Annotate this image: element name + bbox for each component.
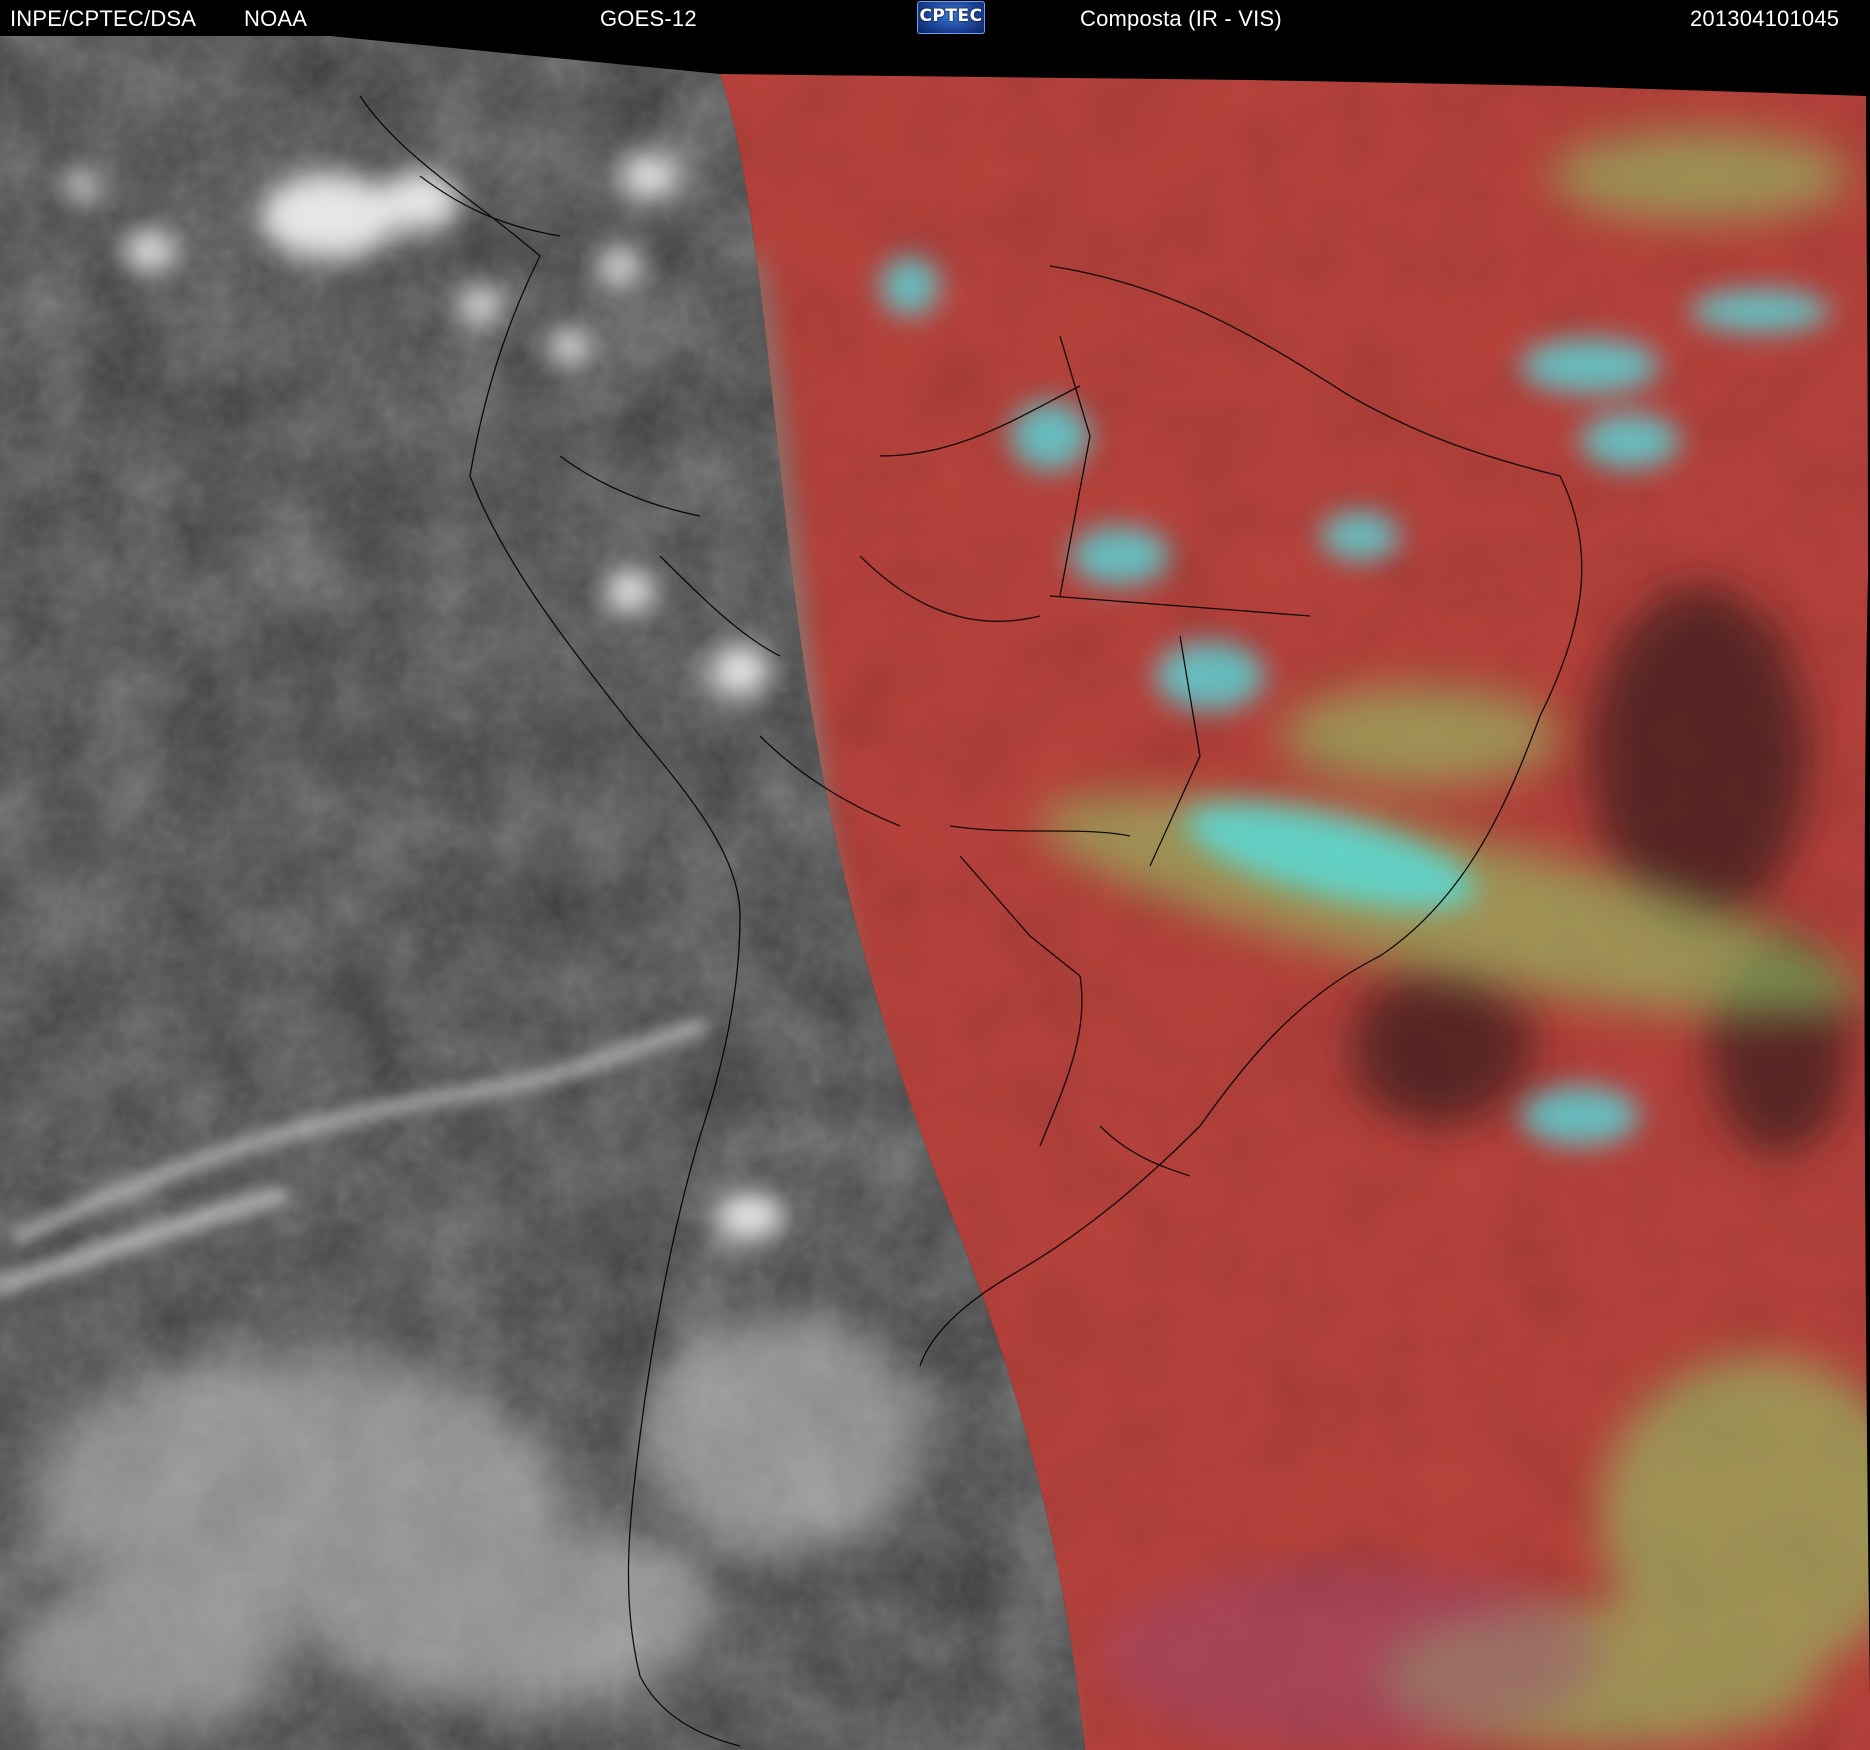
product-label: Composta (IR - VIS) <box>1080 6 1282 31</box>
timestamp-label: 201304101045 <box>1690 6 1840 31</box>
institution-label: INPE/CPTEC/DSA <box>10 6 197 31</box>
satellite-image <box>0 36 1870 1750</box>
header-bar: INPE/CPTEC/DSA NOAA GOES-12 CPTEC Compos… <box>0 0 1870 36</box>
cptec-logo: CPTEC <box>917 1 985 34</box>
agency-label: NOAA <box>244 6 308 31</box>
satellite-label: GOES-12 <box>600 6 697 31</box>
